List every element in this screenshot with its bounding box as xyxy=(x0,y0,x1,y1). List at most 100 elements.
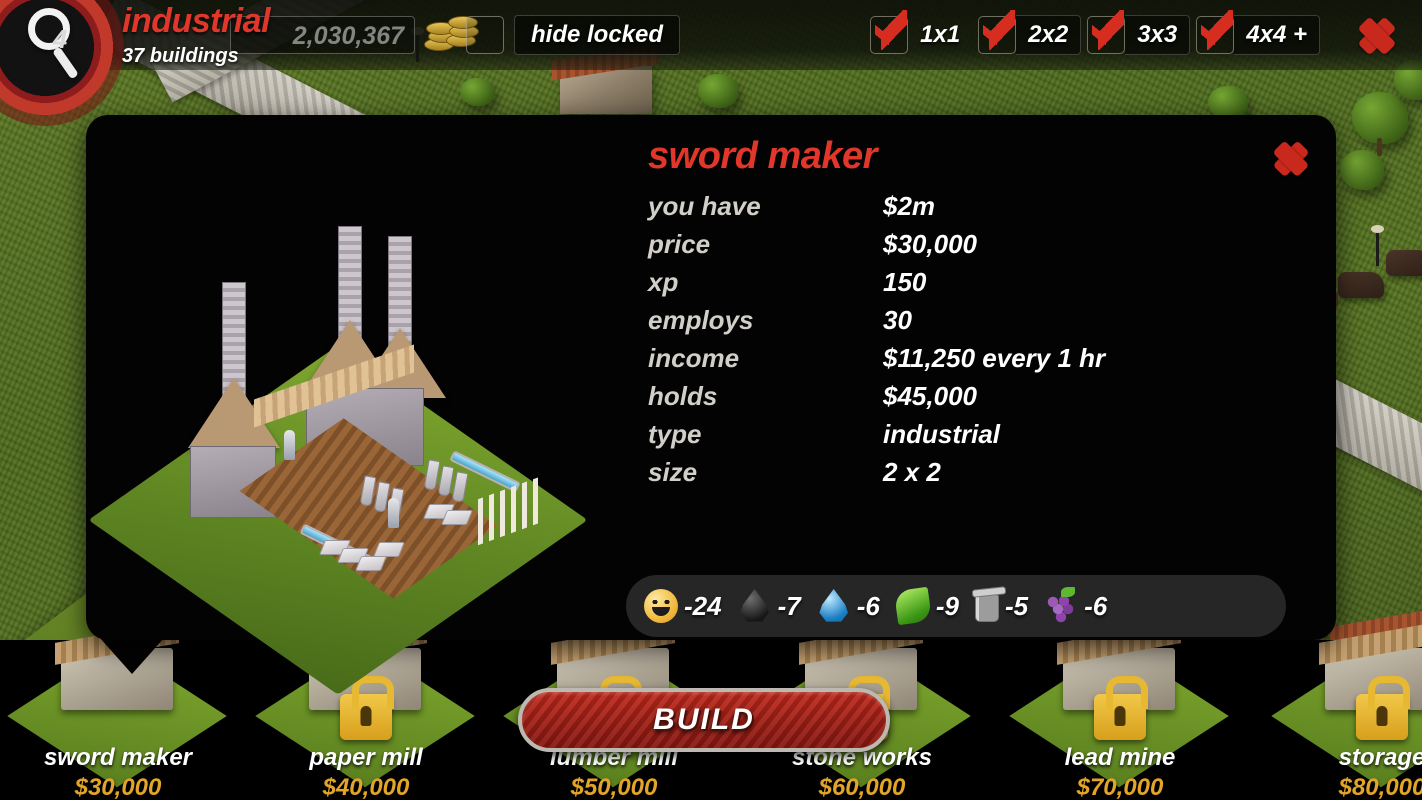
size-filter-2x2[interactable]: 2x2 xyxy=(978,10,1082,55)
carousel-item-storage[interactable]: storage $80,000 xyxy=(1258,640,1422,800)
resource-value: -9 xyxy=(935,590,959,621)
stat-label: size xyxy=(648,457,698,487)
modal-pointer-tail xyxy=(100,638,164,674)
size-filter-1x1-label: 1x1 xyxy=(920,21,961,48)
stat-value: 2 x 2 xyxy=(883,457,941,487)
resource-food: -6 xyxy=(1044,587,1108,623)
carousel-item-lead-mine[interactable]: lead mine $70,000 xyxy=(996,640,1244,800)
stat-label: price xyxy=(648,229,711,259)
carousel-item-price: $80,000 xyxy=(1338,774,1422,800)
building-stats-list: you have $2m price $30,000 xp 150 employ… xyxy=(648,191,1268,495)
building-preview-image xyxy=(88,210,626,695)
resource-environment: -9 xyxy=(893,586,959,626)
stat-label: type xyxy=(648,419,702,449)
stat-label: holds xyxy=(648,381,718,411)
resource-value: -24 xyxy=(684,590,722,621)
oil-drop-icon xyxy=(740,589,769,622)
carousel-item-price: $60,000 xyxy=(818,774,906,800)
stat-value: industrial xyxy=(883,419,1001,449)
lock-icon xyxy=(1356,676,1410,740)
size-filter-1x1[interactable]: 1x1 xyxy=(870,10,972,55)
worker-figure xyxy=(388,498,399,528)
stat-label: employs xyxy=(648,305,754,335)
size-filter-3x3-label: 3x3 xyxy=(1125,15,1191,55)
happiness-smiley-icon xyxy=(644,589,678,623)
leaf-eco-icon xyxy=(893,586,933,626)
tree-trunk xyxy=(1377,138,1382,156)
building-count-label: 37 buildings xyxy=(122,45,239,67)
stat-value: $30,000 xyxy=(883,229,977,259)
stat-value: 30 xyxy=(883,305,912,335)
building-thumbnail xyxy=(1009,644,1229,788)
stat-value: 150 xyxy=(883,267,927,297)
stat-label: income xyxy=(648,343,740,373)
tree-decoration xyxy=(698,74,738,108)
stat-row-you-have: you have $2m xyxy=(648,191,1268,229)
carousel-item-name: lead mine xyxy=(1064,744,1176,771)
resource-value: -6 xyxy=(856,590,880,621)
carousel-item-price: $40,000 xyxy=(322,774,410,800)
close-x-icon xyxy=(1346,8,1408,64)
stat-row-employs: employs 30 xyxy=(648,305,1268,343)
hide-locked-label: hide locked xyxy=(531,21,664,48)
build-button[interactable]: BUILD xyxy=(518,688,890,752)
size-filter-4x4-checkbox[interactable] xyxy=(1196,10,1235,54)
horse-npc xyxy=(1338,272,1384,298)
size-filter-1x1-checkbox[interactable] xyxy=(870,10,909,54)
modal-close-button[interactable] xyxy=(1264,133,1318,185)
hide-locked-checkbox[interactable] xyxy=(466,16,504,54)
water-drop-icon xyxy=(819,589,848,622)
stat-value: $45,000 xyxy=(883,381,977,411)
build-button-label: BUILD xyxy=(653,703,755,736)
carousel-item-name: storage xyxy=(1338,744,1422,771)
resource-water: -6 xyxy=(817,589,880,623)
size-filter-2x2-checkbox[interactable] xyxy=(978,10,1017,54)
stat-label: xp xyxy=(648,267,679,297)
lock-icon xyxy=(1094,676,1148,740)
close-panel-button[interactable] xyxy=(1346,8,1408,64)
carousel-item-price: $50,000 xyxy=(570,774,658,800)
coin-balance-value: 2,030,367 xyxy=(292,22,404,50)
trash-bin-icon xyxy=(974,593,999,622)
stat-row-xp: xp 150 xyxy=(648,267,1268,305)
stat-row-type: type industrial xyxy=(648,419,1268,457)
resource-impact-strip: -24 -7 -6 -9 -5 -6 xyxy=(626,575,1286,637)
resource-value: -5 xyxy=(1004,590,1029,621)
tree-decoration xyxy=(1340,150,1384,190)
lock-icon xyxy=(340,676,394,740)
size-filter-group: 1x1 2x2 3x3 4x4 + xyxy=(870,10,1326,60)
hide-locked-pill[interactable]: hide locked xyxy=(514,15,681,55)
tree-decoration xyxy=(460,78,494,106)
resource-value: -6 xyxy=(1084,590,1108,621)
stat-value: $11,250 every 1 hr xyxy=(883,343,1106,373)
stat-row-income: income $11,250 every 1 hr xyxy=(648,343,1268,381)
close-x-icon xyxy=(1264,133,1318,185)
building-name-title: sword maker xyxy=(648,135,877,177)
stat-row-size: size 2 x 2 xyxy=(648,457,1268,495)
page-title: industrial xyxy=(122,2,271,40)
carousel-item-price: $70,000 xyxy=(1076,774,1164,800)
resource-value: -7 xyxy=(777,590,801,621)
size-filter-4x4-label: 4x4 + xyxy=(1234,15,1320,55)
size-filter-3x3-checkbox[interactable] xyxy=(1087,10,1126,54)
resource-happiness: -24 xyxy=(644,589,722,623)
carousel-item-price: $30,000 xyxy=(74,774,162,800)
size-filter-2x2-label: 2x2 xyxy=(1016,15,1082,55)
zoom-level-value: 4 xyxy=(52,24,68,54)
stat-row-price: price $30,000 xyxy=(648,229,1268,267)
horse-npc xyxy=(1386,250,1422,276)
carousel-item-name: sword maker xyxy=(43,744,193,771)
hide-locked-filter[interactable]: hide locked xyxy=(466,14,681,56)
building-thumbnail xyxy=(1271,644,1422,788)
resource-waste: -5 xyxy=(974,590,1029,622)
building-detail-modal: sword maker you have $2m price $30,000 x… xyxy=(86,115,1336,695)
size-filter-4x4[interactable]: 4x4 + xyxy=(1196,10,1320,55)
street-lamp xyxy=(1371,225,1384,266)
stat-row-holds: holds $45,000 xyxy=(648,381,1268,419)
carousel-item-name: paper mill xyxy=(309,744,423,771)
worker-figure xyxy=(284,430,295,460)
resource-oil: -7 xyxy=(738,589,801,623)
stat-label: you have xyxy=(648,191,761,221)
size-filter-3x3[interactable]: 3x3 xyxy=(1087,10,1191,55)
stat-value: $2m xyxy=(883,191,936,221)
